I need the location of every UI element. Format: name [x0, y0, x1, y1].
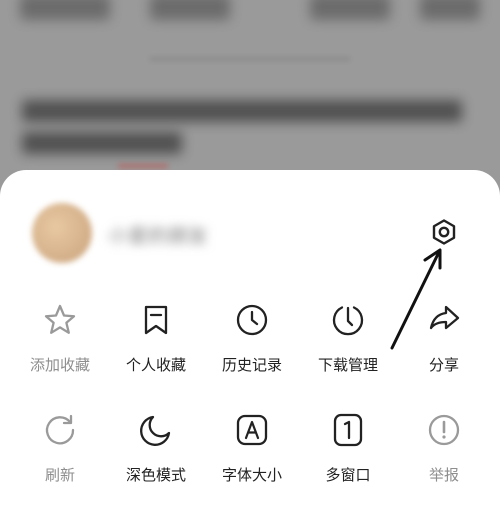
menu-item-label: 下载管理: [317, 356, 378, 374]
menu-row-2: 刷新 深色模式 字体大小 多窗口 举报: [0, 408, 500, 508]
font-size-button[interactable]: 字体大小: [204, 408, 300, 508]
menu-row-1: 添加收藏 个人收藏 历史记录 下载管理 分享: [0, 298, 500, 398]
menu-item-label: 字体大小: [221, 466, 282, 484]
report-button[interactable]: 举报: [396, 408, 492, 508]
clock-icon: [236, 304, 268, 336]
menu-item-label: 历史记录: [221, 356, 282, 374]
menu-item-label: 深色模式: [125, 466, 186, 484]
my-favorites-button[interactable]: 个人收藏: [108, 298, 204, 398]
add-favorite-button[interactable]: 添加收藏: [12, 298, 108, 398]
bg-blur-line: [150, 58, 350, 60]
star-icon: [44, 304, 76, 334]
bg-blur-block: [150, 0, 230, 20]
user-row[interactable]: 小爱的朋友: [0, 170, 500, 290]
multi-window-button[interactable]: 多窗口: [300, 408, 396, 508]
menu-item-label: 刷新: [44, 466, 75, 484]
menu-item-label: 举报: [428, 466, 459, 484]
bg-blur-headline: [22, 132, 182, 154]
menu-item-label: 分享: [428, 356, 459, 374]
bookmark-icon: [144, 305, 168, 335]
bg-blur-block: [420, 0, 480, 20]
menu-item-label: 多窗口: [325, 466, 371, 484]
download-manager-button[interactable]: 下载管理: [300, 298, 396, 398]
refresh-button[interactable]: 刷新: [12, 408, 108, 508]
refresh-icon: [45, 414, 75, 445]
font-size-icon: [236, 414, 268, 446]
bg-blur-headline: [22, 100, 462, 122]
dark-mode-button[interactable]: 深色模式: [108, 408, 204, 508]
avatar[interactable]: [32, 203, 92, 263]
gear-icon: [432, 219, 456, 245]
bg-blur-block: [310, 0, 390, 20]
bg-blur-block: [20, 0, 110, 20]
download-clock-icon: [332, 306, 364, 336]
share-icon: [429, 305, 460, 330]
multi-window-icon: [333, 413, 363, 447]
history-button[interactable]: 历史记录: [204, 298, 300, 398]
menu-item-label: 添加收藏: [29, 356, 90, 374]
menu-item-label: 个人收藏: [125, 356, 186, 374]
share-button[interactable]: 分享: [396, 298, 492, 398]
bg-blur-accent: [118, 164, 168, 168]
report-icon: [428, 414, 460, 446]
moon-icon: [140, 415, 171, 446]
username[interactable]: 小爱的朋友: [108, 220, 228, 244]
settings-button[interactable]: [424, 212, 464, 252]
menu-sheet: 小爱的朋友 添加收藏 个人收藏 历史记录 下载管理 分享 刷新 深色模式 字体大…: [0, 170, 500, 514]
